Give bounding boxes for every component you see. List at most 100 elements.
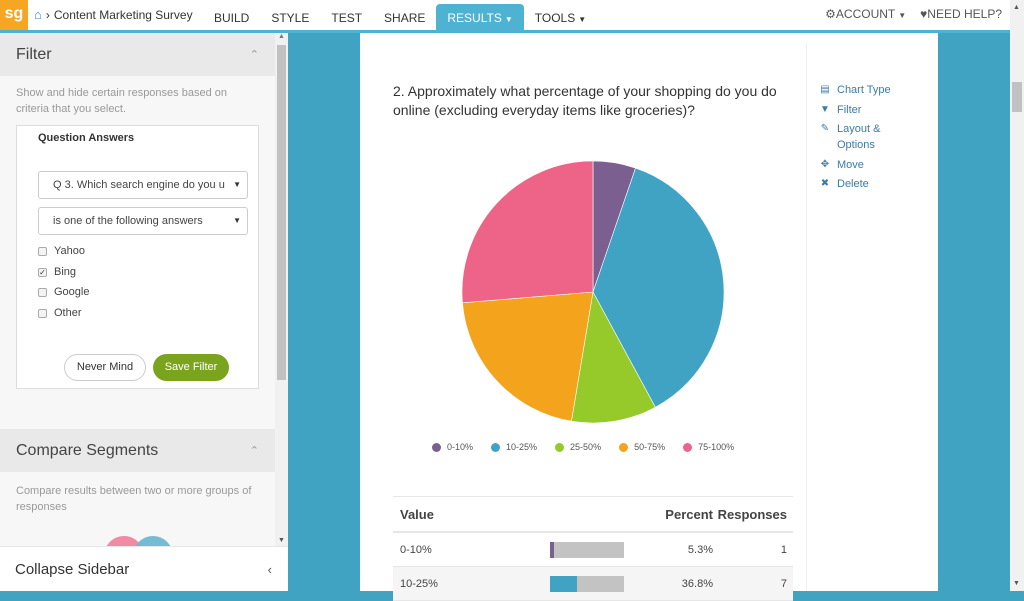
legend-label: 25-50%: [570, 442, 602, 452]
row-bar: [550, 541, 625, 558]
chart-actions: ▤ Chart Type ▼ Filter ✎ Layout & Options ✥ M…: [819, 82, 929, 196]
help-label: NEED HELP?: [927, 7, 1002, 21]
pie-slice-75-100pct[interactable]: [461, 160, 594, 304]
layout-options-action[interactable]: ✎ Layout & Options: [819, 121, 929, 153]
percent-bar-fill: [550, 575, 578, 592]
option-label: Yahoo: [54, 245, 85, 257]
breadcrumb-survey-name[interactable]: Content Marketing Survey: [54, 8, 193, 22]
legend-item[interactable]: 25-50%: [555, 442, 601, 452]
tab-results[interactable]: RESULTS ▼: [436, 4, 524, 30]
operator-select[interactable]: is one of the following answers ▼: [38, 207, 248, 235]
percent-bar-fill: [550, 541, 554, 558]
legend-dot-icon: [432, 442, 441, 452]
pie-slice-50-75pct[interactable]: [462, 291, 594, 422]
tab-style[interactable]: STYLE: [260, 4, 320, 30]
header-value: Value: [400, 506, 434, 522]
filter-description: Show and hide certain responses based on…: [16, 87, 227, 115]
legend-label: 10-25%: [506, 442, 538, 452]
breadcrumb: ⌂ › Content Marketing Survey: [34, 7, 193, 22]
chart-legend: 0-10% 10-25% 25-50% 50-75% 75-100%: [432, 442, 734, 452]
legend-dot-icon: [555, 442, 565, 452]
pie-chart: [461, 160, 725, 424]
sidebar-scrollbar[interactable]: ▲ ▼: [275, 33, 288, 546]
tab-share[interactable]: SHARE: [373, 4, 436, 30]
question-answers-title: Question Answers: [38, 132, 135, 144]
compare-title: Compare Segments: [16, 441, 159, 459]
filter-section-header[interactable]: Filter ⌃: [0, 33, 275, 76]
scrollbar-thumb[interactable]: [1012, 82, 1022, 112]
bar-chart-icon: ▤: [820, 84, 830, 95]
tab-label: SHARE: [384, 11, 426, 25]
delete-action[interactable]: ✖ Delete: [819, 176, 929, 192]
legend-label: 0-10%: [447, 442, 474, 452]
tab-tools[interactable]: TOOLS ▼: [524, 4, 597, 30]
header-responses: Responses: [717, 506, 787, 522]
gear-icon: ⚙: [825, 7, 836, 21]
filter-action[interactable]: ▼ Filter: [819, 102, 929, 118]
legend-item[interactable]: 50-75%: [619, 442, 665, 452]
tab-label: TEST: [331, 11, 363, 25]
tab-build[interactable]: BUILD: [203, 4, 260, 30]
action-label: Delete: [837, 178, 869, 190]
tab-label: RESULTS: [447, 11, 502, 25]
scroll-down-arrow-icon[interactable]: ▼: [1013, 580, 1020, 587]
percent-bar: [550, 575, 624, 592]
action-label: Layout & Options: [837, 123, 881, 151]
scroll-up-arrow-icon[interactable]: ▲: [278, 33, 285, 40]
option-bing[interactable]: ✓ Bing: [38, 266, 76, 278]
scroll-up-arrow-icon[interactable]: ▲: [1013, 4, 1020, 11]
legend-item[interactable]: 0-10%: [432, 442, 473, 452]
move-action[interactable]: ✥ Move: [819, 157, 929, 173]
legend-item[interactable]: 75-100%: [683, 442, 734, 452]
home-icon[interactable]: ⌂: [34, 7, 42, 22]
never-mind-button[interactable]: Never Mind: [64, 354, 146, 381]
option-label: Google: [54, 286, 90, 298]
row-responses: 7: [780, 577, 787, 590]
x-icon: ✖: [820, 178, 830, 189]
option-google[interactable]: Google: [38, 286, 89, 298]
row-value: 10-25%: [400, 577, 438, 590]
chevron-up-icon[interactable]: ⌃: [250, 444, 259, 457]
caret-down-icon: ▼: [578, 15, 587, 24]
caret-down-icon: ▼: [504, 15, 513, 24]
legend-item[interactable]: 10-25%: [491, 442, 537, 452]
report-card: 2. Approximately what percentage of your…: [360, 33, 938, 601]
compare-description: Compare results between two or more grou…: [16, 485, 252, 513]
actions-divider: [806, 43, 807, 591]
option-other[interactable]: Other: [38, 307, 82, 319]
checkbox[interactable]: [38, 308, 47, 318]
table-row: 0-10% 5.3% 1: [393, 533, 793, 567]
checkbox[interactable]: [38, 246, 47, 256]
checkbox-checked[interactable]: ✓: [38, 267, 47, 277]
row-bar: [550, 575, 625, 592]
compare-segments-header[interactable]: Compare Segments ⌃: [0, 429, 275, 472]
account-label: ACCOUNT: [835, 7, 896, 21]
chart-type-action[interactable]: ▤ Chart Type: [819, 82, 929, 98]
main-tabs: BUILD STYLE TEST SHARE RESULTS ▼ TOOLS ▼: [203, 4, 597, 30]
chevron-up-icon[interactable]: ⌃: [250, 48, 259, 61]
operator-select-value: is one of the following answers: [53, 215, 203, 227]
legend-dot-icon: [619, 442, 629, 452]
table-header-row: Value Percent Responses: [393, 496, 793, 533]
account-menu[interactable]: ⚙ACCOUNT ▼: [825, 7, 906, 21]
option-label: Bing: [54, 266, 77, 278]
question-select[interactable]: Q 3. Which search engine do you u ▼: [38, 171, 248, 199]
app-logo[interactable]: sg: [0, 0, 28, 30]
option-yahoo[interactable]: Yahoo: [38, 245, 85, 257]
action-label: Filter: [837, 103, 862, 116]
checkbox[interactable]: [38, 287, 47, 297]
page-scrollbar[interactable]: ▲ ▼: [1010, 0, 1024, 591]
chevron-right-icon: ›: [45, 7, 50, 22]
dropdown-arrow-icon: ▼: [233, 180, 241, 189]
save-filter-button[interactable]: Save Filter: [153, 354, 229, 381]
caret-down-icon: ▼: [898, 11, 907, 20]
action-label: Chart Type: [837, 84, 891, 96]
scroll-down-arrow-icon[interactable]: ▼: [278, 537, 285, 544]
pencil-icon: ✎: [820, 123, 830, 134]
option-label: Other: [54, 307, 82, 319]
need-help-link[interactable]: ♥NEED HELP?: [920, 7, 1002, 21]
tab-test[interactable]: TEST: [320, 4, 373, 30]
scrollbar-thumb[interactable]: [277, 45, 286, 380]
collapse-sidebar-button[interactable]: Collapse Sidebar ‹: [0, 546, 288, 591]
user-nav: ⚙ACCOUNT ▼ ♥NEED HELP?: [825, 7, 1002, 21]
